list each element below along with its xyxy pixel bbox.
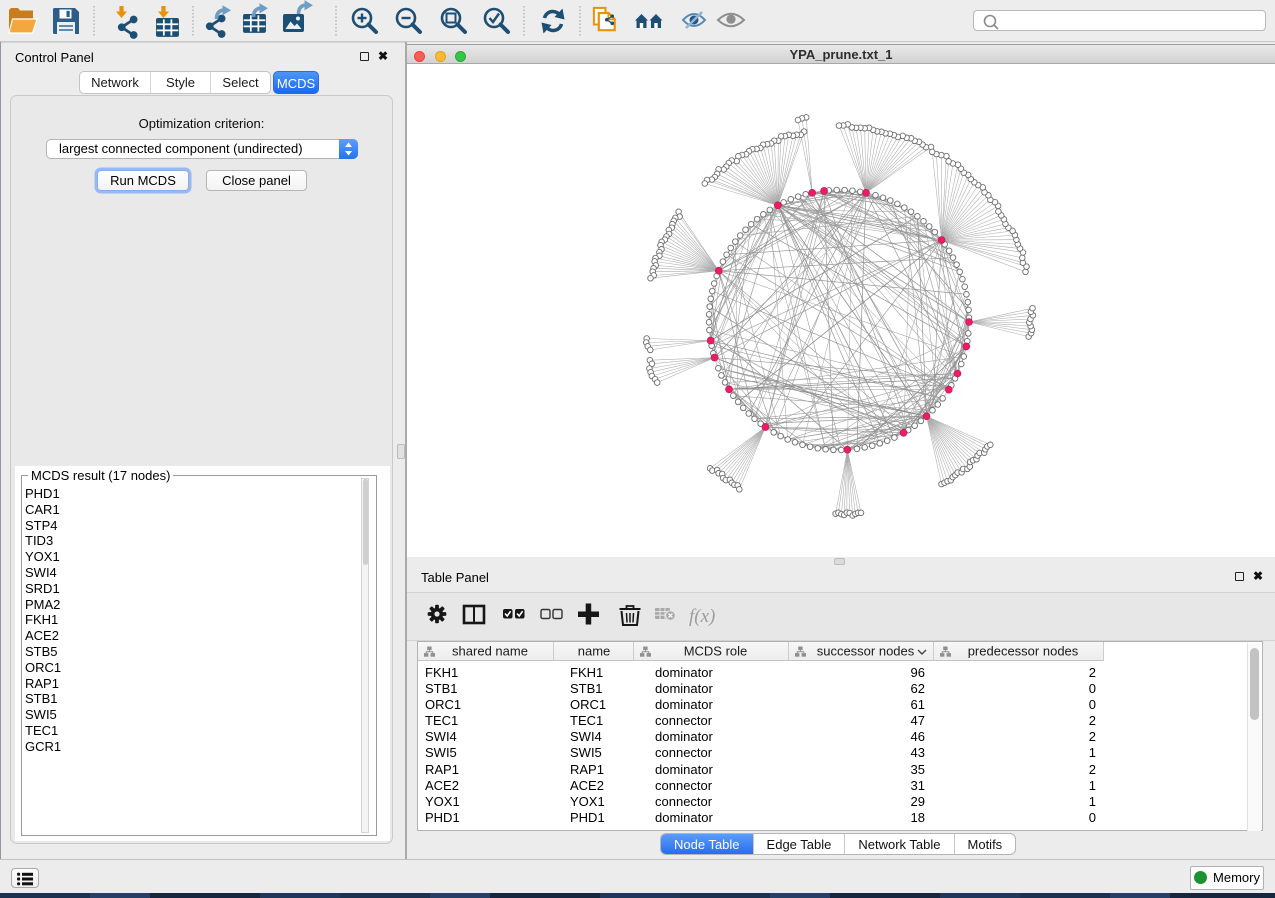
- svg-text:f(x): f(x): [689, 606, 715, 627]
- svg-text:MCDS role: MCDS role: [684, 644, 748, 659]
- svg-text:shared name: shared name: [452, 644, 528, 659]
- svg-text:predecessor nodes: predecessor nodes: [968, 644, 1079, 659]
- svg-text:name: name: [578, 644, 611, 659]
- svg-text:successor nodes: successor nodes: [817, 644, 915, 659]
